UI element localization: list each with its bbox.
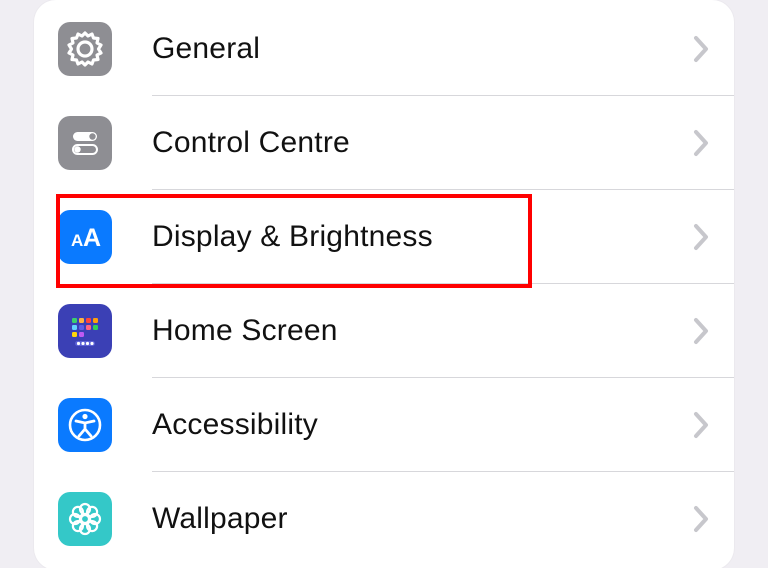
accessibility-icon — [58, 398, 112, 452]
settings-item-label: Accessibility — [152, 408, 692, 442]
settings-item-control-centre[interactable]: Control Centre — [34, 96, 734, 190]
settings-item-label: Home Screen — [152, 314, 692, 348]
home-grid-icon — [58, 304, 112, 358]
gear-icon — [58, 22, 112, 76]
svg-text:A: A — [71, 231, 83, 250]
settings-item-label: Wallpaper — [152, 502, 692, 536]
settings-item-accessibility[interactable]: Accessibility — [34, 378, 734, 472]
settings-item-display-brightness[interactable]: A A Display & Brightness — [34, 190, 734, 284]
text-size-icon: A A — [58, 210, 112, 264]
chevron-right-icon — [692, 128, 716, 158]
settings-item-home-screen[interactable]: Home Screen — [34, 284, 734, 378]
settings-card: General Control Centre A A D — [34, 0, 734, 568]
chevron-right-icon — [692, 316, 716, 346]
settings-item-label: General — [152, 32, 692, 66]
settings-item-label: Control Centre — [152, 126, 692, 160]
chevron-right-icon — [692, 222, 716, 252]
flower-icon — [58, 492, 112, 546]
chevron-right-icon — [692, 34, 716, 64]
chevron-right-icon — [692, 504, 716, 534]
settings-item-wallpaper[interactable]: Wallpaper — [34, 472, 734, 566]
svg-text:A: A — [83, 224, 101, 252]
chevron-right-icon — [692, 410, 716, 440]
settings-item-general[interactable]: General — [34, 2, 734, 96]
toggles-icon — [58, 116, 112, 170]
settings-item-label: Display & Brightness — [152, 220, 692, 254]
